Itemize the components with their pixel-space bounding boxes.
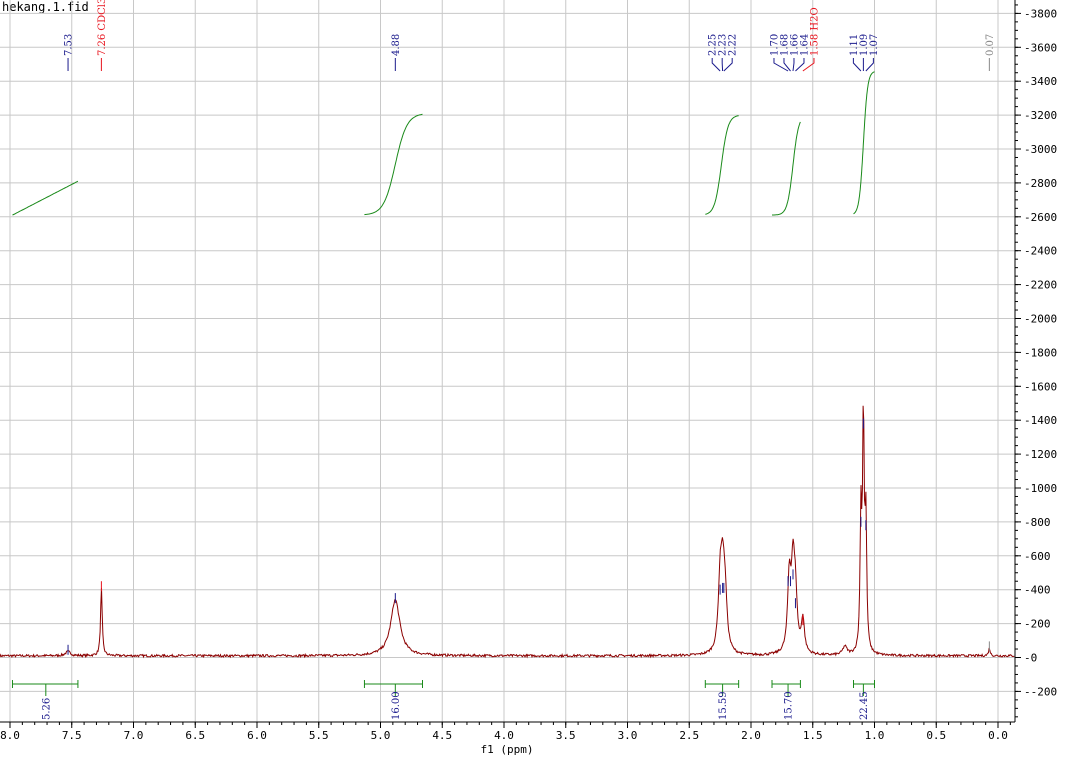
peak-label-leader: [792, 58, 795, 72]
integral-value-label: 5.26: [41, 698, 52, 720]
peak-label-leader: [852, 58, 862, 72]
x-tick-label: 0.0: [988, 729, 1008, 742]
integral-value-label: 15.70: [784, 691, 795, 720]
peak-label: 1.07: [869, 34, 880, 56]
y-tick-label: -3400: [1024, 75, 1057, 88]
integral-value-label: 16.00: [391, 691, 402, 720]
integral-value-label: 22.45: [859, 691, 870, 720]
y-tick-label: -2000: [1024, 313, 1057, 326]
x-tick-label: 3.5: [556, 729, 576, 742]
y-tick-label: -1200: [1024, 448, 1057, 461]
y-tick-label: -2400: [1024, 245, 1057, 258]
x-tick-label: 5.0: [371, 729, 391, 742]
y-tick-label: -0: [1024, 652, 1037, 665]
peak-label-leader: [773, 58, 789, 72]
peak-label: 7.53: [64, 34, 75, 56]
integral-curve: [772, 121, 801, 216]
y-tick-label: -400: [1024, 584, 1051, 597]
y-tick-label: -600: [1024, 550, 1051, 563]
x-tick-label: 7.5: [62, 729, 82, 742]
integral-curve: [705, 115, 739, 215]
x-tick-label: 2.0: [741, 729, 761, 742]
x-tick-label: 1.5: [803, 729, 823, 742]
grid-lines: [0, 0, 1015, 722]
x-tick-label: 2.5: [679, 729, 699, 742]
peak-label-leader: [711, 58, 721, 72]
y-tick-label: -200: [1024, 618, 1051, 631]
y-tick-label: -3600: [1024, 41, 1057, 54]
x-tick-label: 6.5: [185, 729, 205, 742]
peak-label-leader: [865, 58, 874, 72]
x-axis-label: f1 (ppm): [481, 743, 534, 756]
y-tick-label: -1800: [1024, 346, 1057, 359]
x-tick-label: 0.5: [926, 729, 946, 742]
y-tick-label: -1400: [1024, 414, 1057, 427]
peak-label: 2.22: [728, 34, 739, 56]
x-tick-label: 8.0: [0, 729, 20, 742]
integral-value-label: 15.59: [718, 691, 729, 720]
nmr-spectrum-chart: 8.0 7.5 7.0 6.5 6.0 5.5 5.0 4.5 4.0 3.5 3.0 2.5 2.0 1…: [0, 0, 1057, 756]
y-tick-label: -3200: [1024, 109, 1057, 122]
y-tick-label: -3000: [1024, 143, 1057, 156]
y-tick-label: -2600: [1024, 211, 1057, 224]
x-tick-label: 1.0: [865, 729, 885, 742]
peak-label: 0.07: [985, 34, 996, 56]
y-tick-label: -2200: [1024, 279, 1057, 292]
y-tick-label: -3800: [1024, 7, 1057, 20]
integral-curve: [12, 180, 79, 216]
x-tick-label: 6.0: [247, 729, 267, 742]
x-tick-label: 3.0: [618, 729, 638, 742]
x-tick-label: 4.5: [432, 729, 452, 742]
y-tick-label: -2800: [1024, 177, 1057, 190]
y-tick-label: --200: [1024, 685, 1057, 698]
x-tick-label: 4.0: [494, 729, 514, 742]
peak-label: 7.26 CDCl3: [97, 0, 108, 56]
peak-label-leader: [723, 58, 733, 72]
peak-label: 1.58 H2O: [809, 7, 820, 56]
x-tick-label: 7.0: [124, 729, 144, 742]
integral-curve: [853, 71, 875, 215]
y-tick-label: -1600: [1024, 380, 1057, 393]
spectrum-line: [0, 405, 1015, 659]
x-tick-label: 5.5: [309, 729, 329, 742]
integral-curve: [364, 113, 423, 216]
peak-label: 4.88: [391, 34, 402, 56]
peak-label-leader: [795, 58, 805, 72]
y-tick-label: -800: [1024, 516, 1051, 529]
y-tick-label: -1000: [1024, 482, 1057, 495]
